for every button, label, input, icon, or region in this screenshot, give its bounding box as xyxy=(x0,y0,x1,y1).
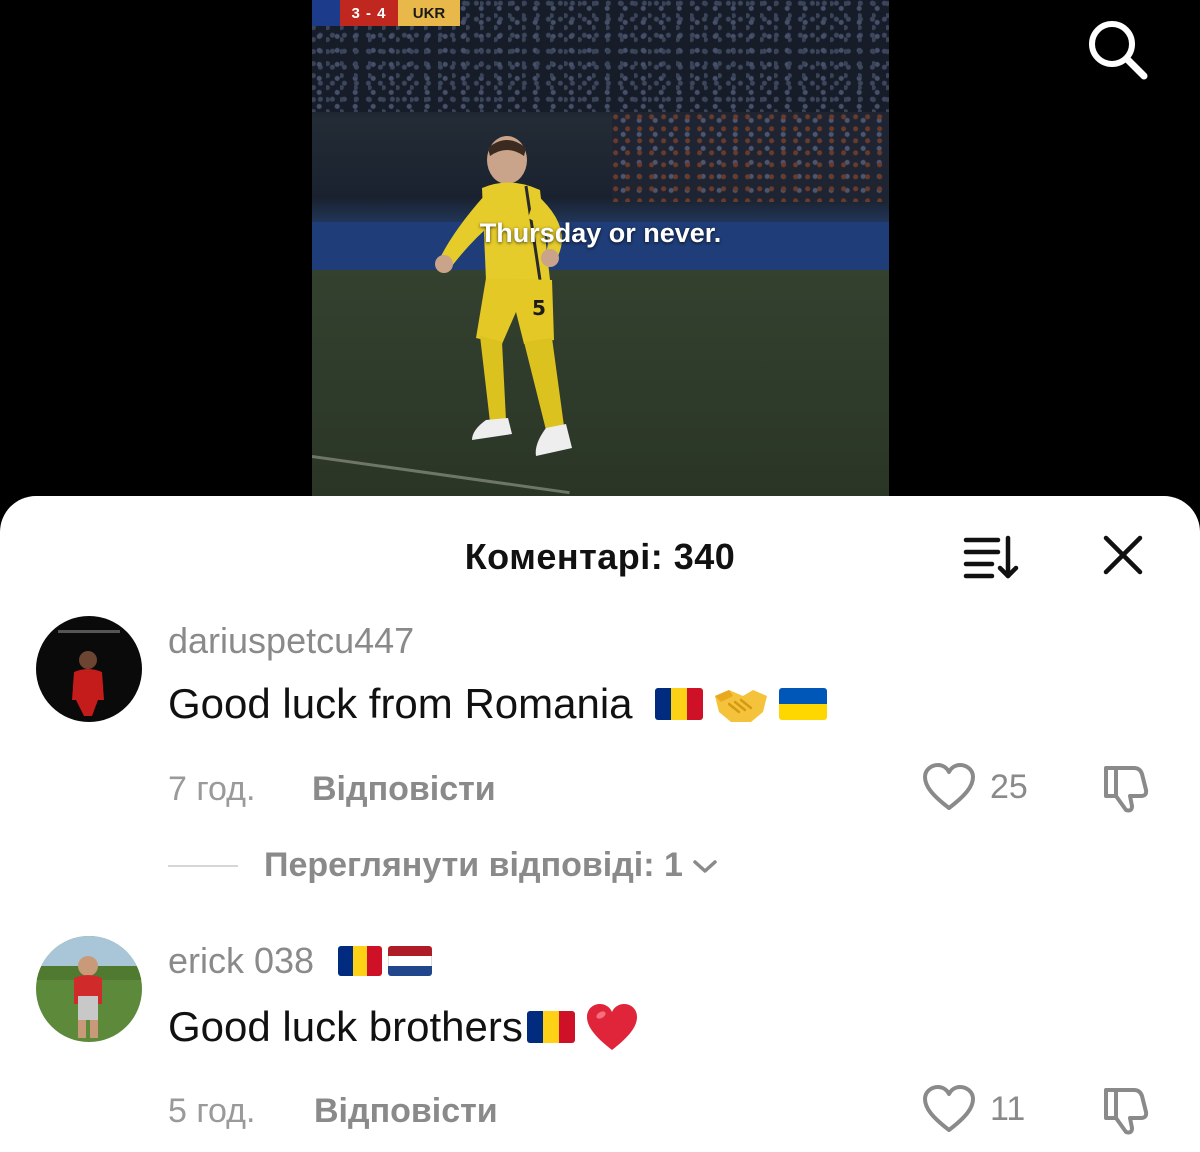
search-icon xyxy=(1089,21,1148,80)
score-value: 3 - 4 xyxy=(340,0,398,26)
comment-text: Good luck brothers xyxy=(168,1003,523,1050)
reply-button[interactable]: Відповісти xyxy=(312,770,496,809)
video-caption: Thursday or never. xyxy=(479,218,722,248)
player-figure: 5 xyxy=(435,136,572,456)
comment-body: Good luck from Romania xyxy=(168,680,827,728)
like-count: 11 xyxy=(990,1089,1026,1128)
svg-text:5: 5 xyxy=(532,296,546,320)
comment-time: 5 год. xyxy=(168,1092,256,1130)
search-button[interactable] xyxy=(1082,14,1152,84)
romania-flag-icon xyxy=(526,1011,575,1043)
sort-button[interactable] xyxy=(960,534,1022,580)
avatar[interactable] xyxy=(36,616,142,722)
like-button[interactable]: 11 xyxy=(922,1084,1025,1134)
sort-icon xyxy=(963,535,1019,579)
handshake-icon xyxy=(714,690,767,722)
football-pitch xyxy=(312,270,889,496)
comments-sheet: Коментарі: 340 dariuspetcu447 Good luck … xyxy=(0,496,1200,1152)
thumbs-down-icon xyxy=(1104,1088,1149,1135)
comment-body: Good luck brothers xyxy=(168,1002,639,1052)
close-button[interactable] xyxy=(1098,530,1148,580)
username-text[interactable]: dariuspetcu447 xyxy=(168,620,414,662)
like-button[interactable]: 25 xyxy=(922,762,1028,812)
heart-icon xyxy=(923,1085,975,1132)
video-area[interactable]: 3 - 4 UKR 5 Thursday or never. xyxy=(0,0,1200,520)
stadium-crowd-lower xyxy=(612,112,889,202)
avatar-image xyxy=(36,616,142,722)
chevron-down-icon xyxy=(693,859,717,873)
comment-username[interactable]: dariuspetcu447 xyxy=(168,620,414,662)
heart-icon xyxy=(923,763,975,810)
view-replies-label[interactable]: Переглянути відповіді: 1 xyxy=(264,846,683,885)
romania-flag-icon xyxy=(338,946,383,976)
view-replies-button[interactable]: Переглянути відповіді: 1 xyxy=(168,846,719,885)
avatar-image xyxy=(36,936,142,1042)
video-player[interactable]: 3 - 4 UKR 5 Thursday or never. xyxy=(312,0,889,496)
dislike-button[interactable] xyxy=(1100,1086,1156,1136)
red-heart-icon xyxy=(586,1004,637,1050)
ukraine-flag-icon xyxy=(778,688,827,720)
score-team-a-color xyxy=(312,0,340,26)
thumbs-down-icon xyxy=(1104,766,1149,813)
score-team-name: UKR xyxy=(398,0,460,26)
score-overlay: 3 - 4 UKR xyxy=(312,0,460,26)
netherlands-flag-icon xyxy=(388,946,433,976)
divider xyxy=(168,864,238,867)
comment-username[interactable]: erick 038 xyxy=(168,940,433,982)
username-text[interactable]: erick 038 xyxy=(168,940,314,982)
romania-flag-icon xyxy=(654,688,703,720)
reply-button[interactable]: Відповісти xyxy=(314,1092,498,1131)
comment-text: Good luck from Romania xyxy=(168,680,633,727)
close-icon xyxy=(1103,535,1143,575)
avatar[interactable] xyxy=(36,936,142,1042)
comment-time: 7 год. xyxy=(168,770,256,808)
dislike-button[interactable] xyxy=(1100,764,1156,814)
like-count: 25 xyxy=(990,767,1028,806)
